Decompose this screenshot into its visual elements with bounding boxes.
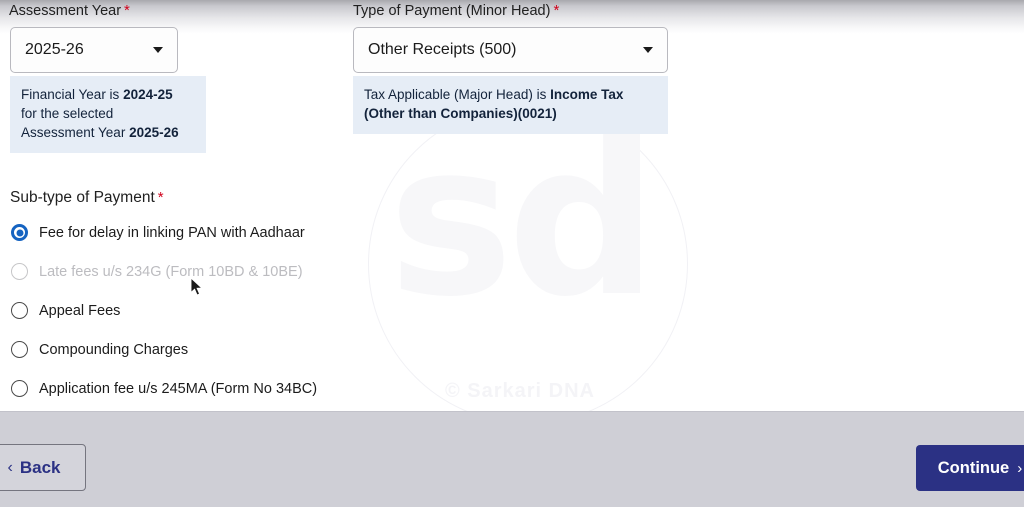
radio-option-label: Fee for delay in linking PAN with Aadhaa… (39, 224, 305, 241)
radio-button-icon (11, 380, 28, 397)
radio-option-label: Appeal Fees (39, 302, 121, 319)
back-button[interactable]: ‹ Back (0, 444, 86, 491)
hint-line-3-prefix: Assessment Year (21, 125, 130, 140)
radio-button-icon (11, 302, 28, 319)
chevron-left-icon: ‹ (7, 458, 13, 476)
assessment-year-label: Assessment Year * (9, 2, 130, 19)
radio-button-icon (11, 341, 28, 358)
sub-type-label: Sub-type of Payment * (10, 189, 164, 207)
required-asterisk: * (124, 2, 130, 19)
payment-type-select[interactable]: Other Receipts (500) (353, 27, 668, 73)
hint-line-3-bold: 2025-26 (129, 125, 179, 140)
hint-line-3: Assessment Year 2025-26 (21, 123, 195, 142)
required-asterisk: * (553, 2, 560, 19)
sub-type-radio-group: Fee for delay in linking PAN with Aadhaa… (0, 213, 330, 408)
payment-type-hint-prefix: Tax Applicable (Major Head) is (364, 87, 551, 102)
sub-type-label-text: Sub-type of Payment (10, 189, 155, 206)
continue-button-label: Continue (937, 458, 1010, 477)
hint-line-2: for the selected (21, 106, 114, 121)
hint-line-1-bold: 2024-25 (123, 87, 173, 102)
payment-type-value: Other Receipts (500) (368, 41, 517, 58)
radio-option-appeal-fees[interactable]: Appeal Fees (0, 291, 330, 330)
radio-option-label: Application fee u/s 245MA (Form No 34BC) (39, 380, 318, 397)
back-button-label: Back (19, 457, 61, 477)
radio-option-compounding-charges[interactable]: Compounding Charges (0, 330, 330, 369)
payment-form-page: sd © Sarkari DNA Assessment Year * 2025-2… (0, 0, 1024, 507)
payment-type-hint: Tax Applicable (Major Head) is Income Ta… (353, 76, 668, 134)
payment-type-label: Type of Payment (Minor Head) * (353, 2, 559, 19)
chevron-down-icon (643, 47, 653, 53)
payment-type-label-text: Type of Payment (Minor Head) (353, 3, 551, 19)
continue-button[interactable]: Continue › (916, 445, 1024, 491)
radio-option-label: Compounding Charges (39, 341, 189, 358)
chevron-right-icon: › (1017, 459, 1023, 477)
assessment-year-label-text: Assessment Year (9, 3, 122, 19)
hint-line-1: Financial Year is 2024-25 (21, 85, 195, 104)
radio-option-label: Late fees u/s 234G (Form 10BD & 10BE) (39, 263, 303, 280)
hint-line-1-prefix: Financial Year is (21, 87, 124, 102)
radio-option-fee-for-delay-linking-pan-aadhaar[interactable]: Fee for delay in linking PAN with Aadhaa… (0, 213, 330, 252)
assessment-year-select[interactable]: 2025-26 (10, 27, 178, 73)
form-area: Assessment Year * 2025-26 Financial Year … (0, 0, 1024, 411)
required-asterisk: * (157, 189, 164, 206)
assessment-year-value: 2025-26 (25, 41, 84, 58)
radio-button-icon (11, 263, 28, 280)
radio-option-late-fees-234g: Late fees u/s 234G (Form 10BD & 10BE) (0, 252, 330, 291)
chevron-down-icon (153, 47, 163, 53)
radio-option-application-fee-245ma[interactable]: Application fee u/s 245MA (Form No 34BC) (0, 369, 330, 408)
footer-bar (0, 411, 1024, 507)
radio-button-icon (11, 224, 28, 241)
assessment-year-hint: Financial Year is 2024-25 for the select… (10, 76, 206, 153)
